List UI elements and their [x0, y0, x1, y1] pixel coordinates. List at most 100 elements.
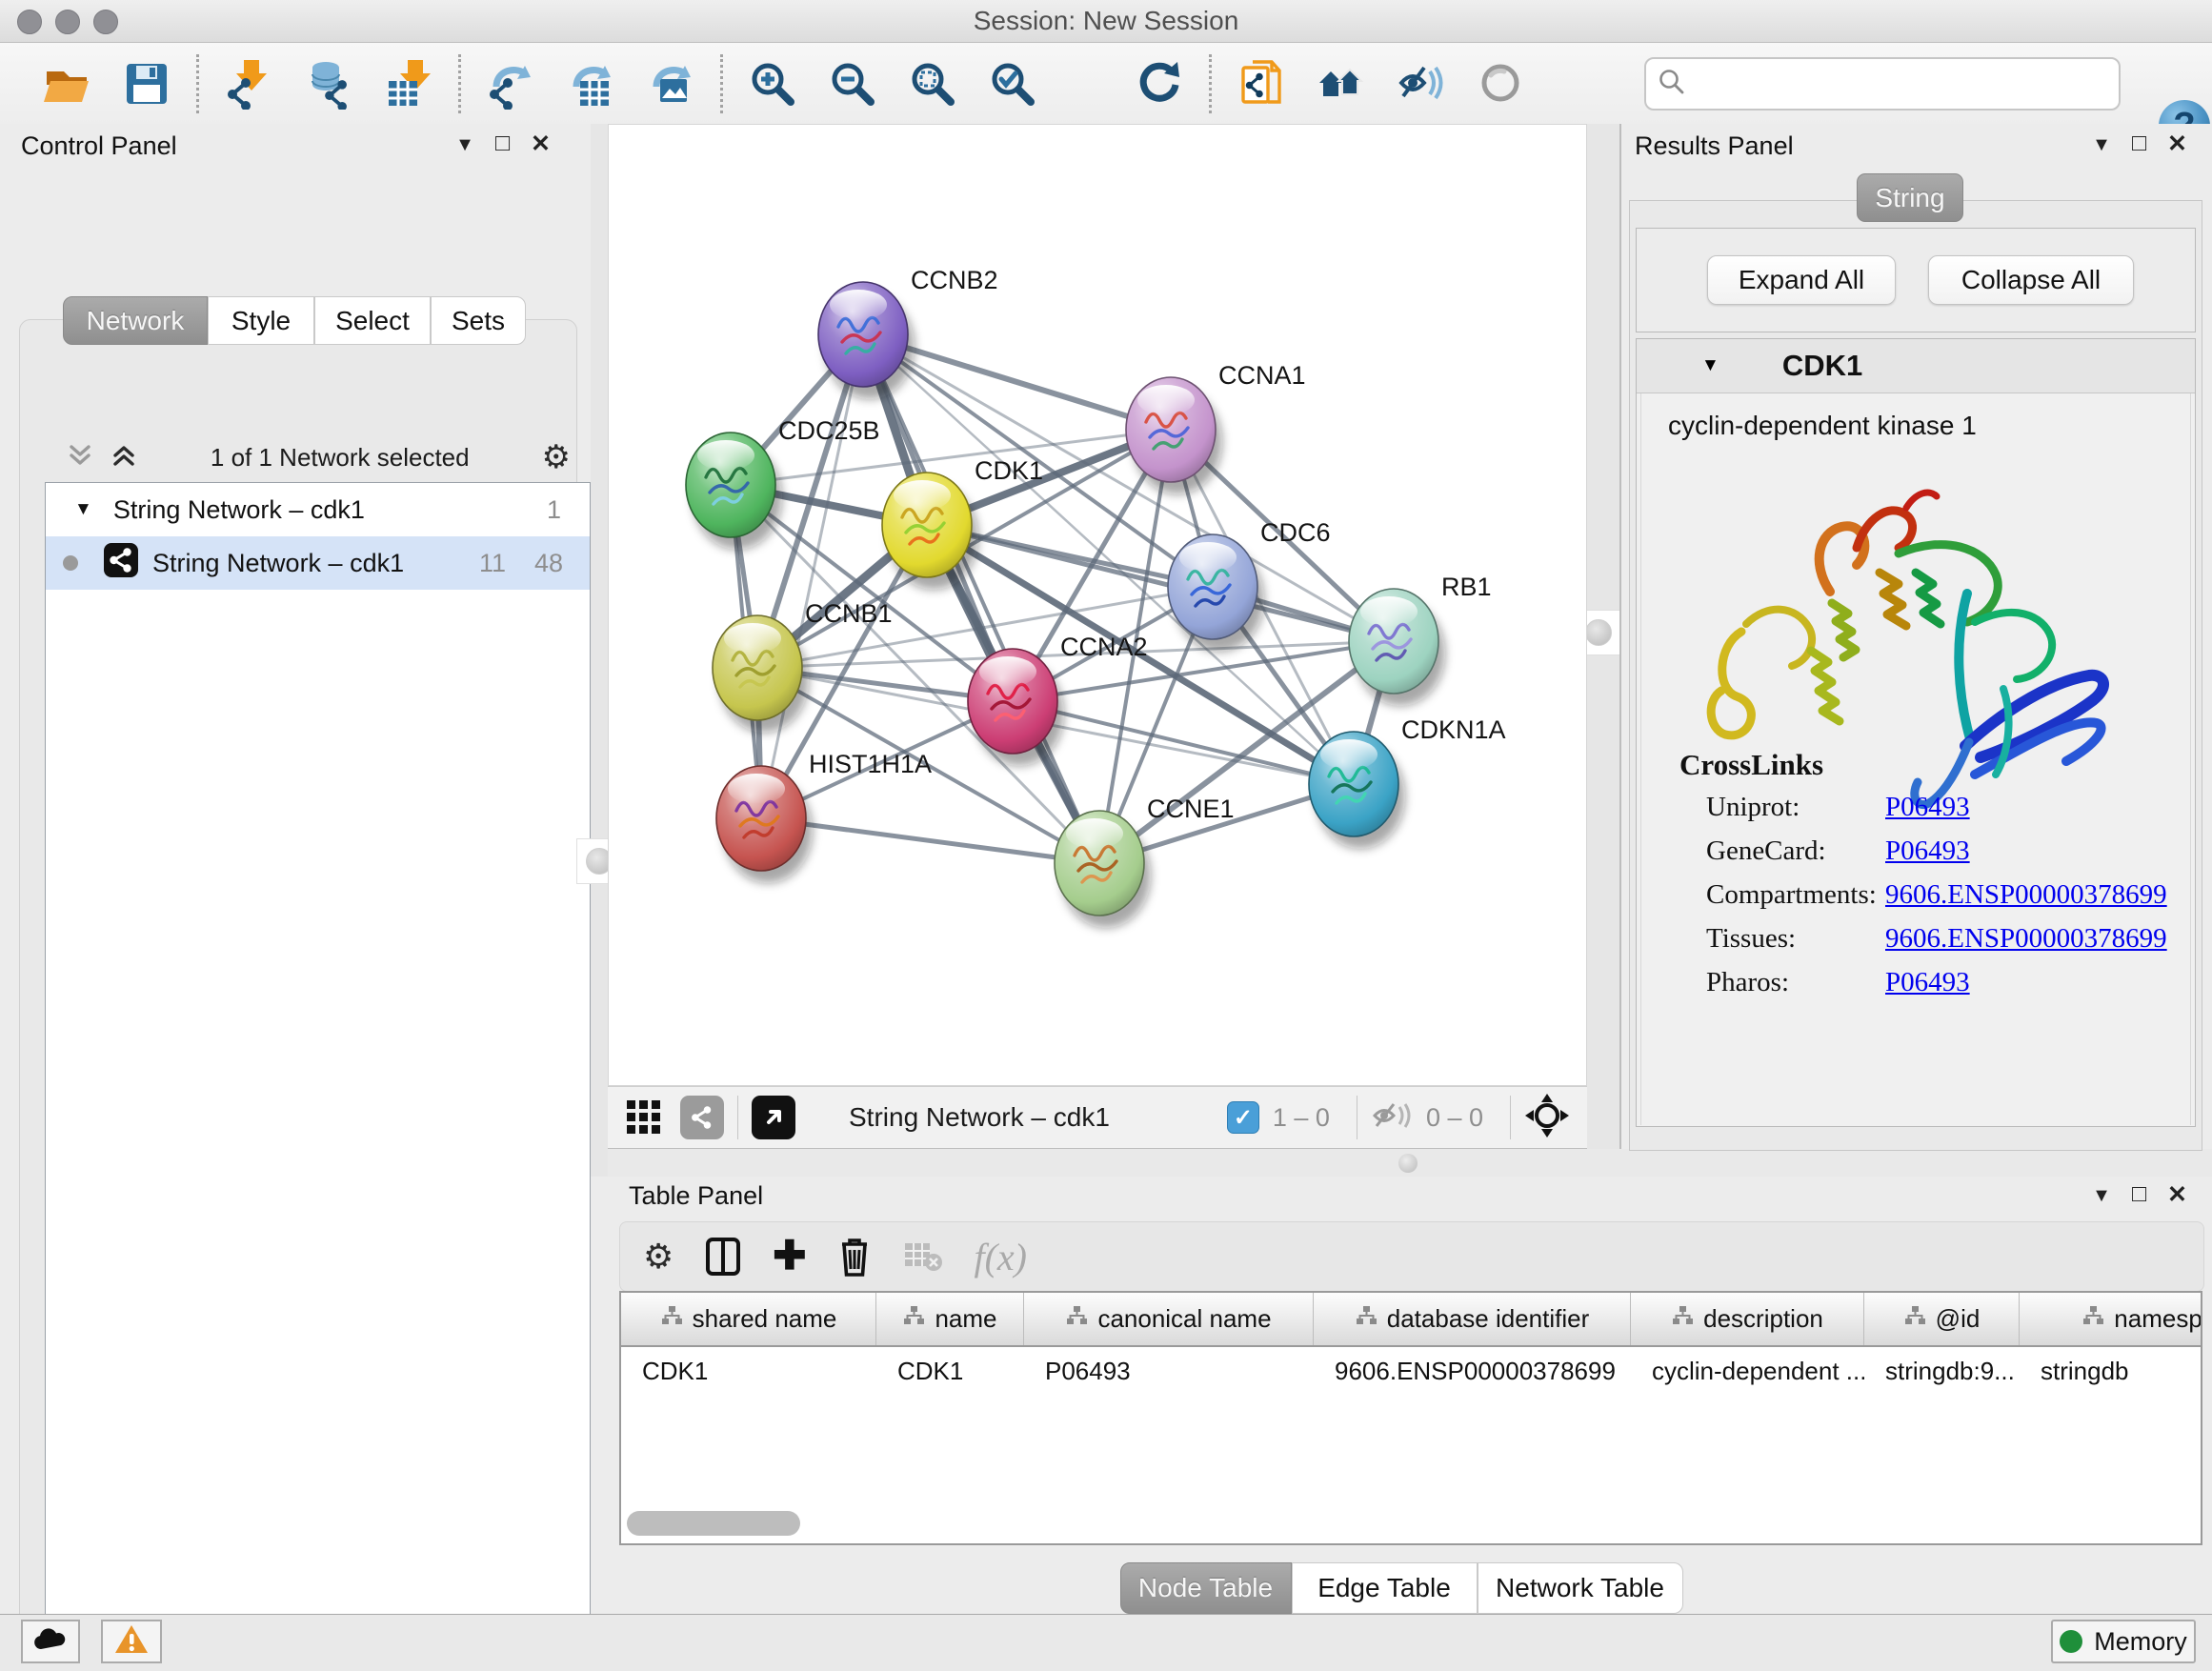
horizontal-splitter-handle[interactable] — [1398, 1154, 1418, 1173]
network-node-ccnb2[interactable]: CCNB2 — [818, 266, 998, 399]
results-tab-string[interactable]: String — [1857, 173, 1963, 222]
search-box[interactable] — [1644, 57, 2121, 111]
import-database-button[interactable] — [299, 54, 358, 113]
network-node-rb1[interactable]: RB1 — [1349, 573, 1492, 706]
delete-table-icon[interactable] — [903, 1239, 943, 1274]
zoom-in-button[interactable] — [743, 54, 802, 113]
crosslink-value-link[interactable]: P06493 — [1885, 792, 1970, 822]
grid-view-icon[interactable] — [623, 1095, 665, 1141]
warnings-button[interactable] — [101, 1620, 162, 1663]
column-header-name[interactable]: name — [876, 1293, 1024, 1345]
results-panel-float-icon[interactable]: □ — [2132, 130, 2146, 158]
hidden-eye-icon[interactable] — [1371, 1097, 1413, 1138]
tab-network[interactable]: Network — [63, 296, 208, 345]
table-scrollbar-thumb[interactable] — [627, 1511, 800, 1536]
home-pages-button[interactable] — [1312, 54, 1371, 113]
show-columns-icon[interactable] — [704, 1236, 742, 1278]
network-node-ccne1[interactable]: CCNE1 — [1055, 795, 1235, 928]
table-cell[interactable]: 9606.ENSP00000378699 — [1314, 1347, 1631, 1395]
table-panel-float-icon[interactable]: □ — [2132, 1180, 2146, 1209]
table-panel-collapse-icon[interactable]: ▼ — [2092, 1180, 2111, 1209]
crosslink-value-link[interactable]: 9606.ENSP00000378699 — [1885, 923, 2167, 954]
table-cell[interactable]: CDK1 — [621, 1347, 876, 1395]
search-input[interactable] — [1698, 64, 2119, 104]
export-network-button[interactable] — [481, 54, 540, 113]
add-column-icon[interactable]: ✚ — [773, 1232, 806, 1278]
column-header-canonical-name[interactable]: canonical name — [1024, 1293, 1314, 1345]
column-header-description[interactable]: description — [1631, 1293, 1864, 1345]
network-tree-item-row[interactable]: String Network – cdk1 11 48 — [46, 536, 590, 590]
zoom-fit-button[interactable] — [903, 54, 962, 113]
export-table-button[interactable] — [561, 54, 620, 113]
table-options-gear-icon[interactable]: ⚙ — [643, 1237, 674, 1277]
share-document-button[interactable] — [1232, 54, 1291, 113]
import-table-button[interactable] — [379, 54, 438, 113]
network-edge[interactable] — [863, 334, 1099, 863]
fit-selection-crosshair-icon[interactable] — [1524, 1093, 1570, 1143]
results-panel-collapse-icon[interactable]: ▼ — [2092, 130, 2111, 158]
network-node-cdkn1a[interactable]: CDKN1A — [1309, 715, 1506, 849]
table-cell[interactable]: CDK1 — [876, 1347, 1024, 1395]
birds-eye-view-icon[interactable] — [752, 1096, 795, 1139]
horizontal-splitter[interactable] — [608, 1149, 2212, 1177]
results-panel-close-icon[interactable]: ✕ — [2167, 130, 2187, 158]
delete-column-trash-icon[interactable] — [836, 1235, 873, 1278]
network-node-cdc6[interactable]: CDC6 — [1168, 518, 1331, 652]
column-header-namespace[interactable]: namespace — [2020, 1293, 2202, 1345]
collapse-all-networks-icon[interactable] — [66, 441, 94, 474]
tab-edge-table[interactable]: Edge Table — [1292, 1562, 1478, 1614]
crosslink-value-link[interactable]: P06493 — [1885, 967, 1970, 997]
string-view-icon[interactable] — [680, 1096, 724, 1139]
column-header-shared-name[interactable]: shared name — [621, 1293, 876, 1345]
control-panel-float-icon[interactable]: □ — [495, 130, 510, 158]
table-panel-close-icon[interactable]: ✕ — [2167, 1180, 2187, 1209]
hide-graphics-button[interactable] — [1392, 54, 1451, 113]
column-header--id[interactable]: @id — [1864, 1293, 2020, 1345]
zoom-fit-icon — [907, 58, 958, 110]
network-node-hist1h1a[interactable]: HIST1H1A — [716, 750, 932, 883]
show-graphics-button[interactable] — [1472, 54, 1531, 113]
node-section-header[interactable]: ▼ CDK1 — [1637, 339, 2195, 393]
table-horizontal-scrollbar[interactable] — [627, 1511, 2195, 1536]
tree-expand-icon[interactable]: ▼ — [74, 499, 92, 520]
open-session-button[interactable] — [37, 54, 96, 113]
expand-all-button[interactable]: Expand All — [1707, 255, 1896, 305]
tab-node-table[interactable]: Node Table — [1120, 1562, 1292, 1614]
table-cell[interactable]: cyclin-dependent ... — [1631, 1347, 1864, 1395]
right-splitter[interactable] — [1587, 124, 1619, 1149]
crosslink-value-link[interactable]: P06493 — [1885, 836, 1970, 866]
tab-select[interactable]: Select — [314, 296, 431, 345]
control-panel-collapse-icon[interactable]: ▼ — [455, 130, 474, 158]
zoom-selected-button[interactable] — [983, 54, 1042, 113]
node-table[interactable]: shared namenamecanonical namedatabase id… — [619, 1291, 2202, 1545]
network-view-canvas[interactable]: CCNB2CCNA1CDC25BCDK1CDC6RB1CCNB1CCNA2CDK… — [608, 124, 1587, 1086]
network-options-gear-icon[interactable]: ⚙ — [542, 438, 571, 476]
tab-style[interactable]: Style — [208, 296, 314, 345]
tab-sets[interactable]: Sets — [431, 296, 526, 345]
tab-network-table[interactable]: Network Table — [1478, 1562, 1683, 1614]
section-collapse-icon[interactable]: ▼ — [1701, 355, 1719, 376]
node-label: CDC6 — [1260, 518, 1331, 547]
table-cell[interactable]: stringdb — [2020, 1347, 2202, 1395]
selected-nodes-checkbox-icon[interactable]: ✓ — [1227, 1101, 1259, 1134]
zoom-out-button[interactable] — [823, 54, 882, 113]
network-node-cdc25b[interactable]: CDC25B — [686, 416, 880, 550]
collapse-all-button[interactable]: Collapse All — [1928, 255, 2134, 305]
export-image-button[interactable] — [641, 54, 700, 113]
table-cell[interactable]: stringdb:9... — [1864, 1347, 2020, 1395]
control-panel-close-icon[interactable]: ✕ — [531, 130, 551, 158]
import-network-button[interactable] — [219, 54, 278, 113]
column-header-database-identifier[interactable]: database identifier — [1314, 1293, 1631, 1345]
cloud-button[interactable] — [21, 1620, 80, 1663]
hidden-counts: 0 – 0 — [1426, 1103, 1483, 1133]
left-splitter[interactable] — [591, 124, 608, 1177]
network-tree-root-row[interactable]: ▼ String Network – cdk1 1 — [46, 483, 590, 536]
expand-all-networks-icon[interactable] — [110, 441, 138, 474]
memory-button[interactable]: Memory — [2051, 1620, 2196, 1663]
function-builder-icon[interactable]: f(x) — [974, 1235, 1027, 1279]
save-session-button[interactable] — [117, 54, 176, 113]
table-cell[interactable]: P06493 — [1024, 1347, 1314, 1395]
refresh-layout-button[interactable] — [1130, 54, 1189, 113]
table-row[interactable]: CDK1CDK1P064939606.ENSP00000378699cyclin… — [621, 1347, 2201, 1395]
crosslink-value-link[interactable]: 9606.ENSP00000378699 — [1885, 879, 2167, 910]
